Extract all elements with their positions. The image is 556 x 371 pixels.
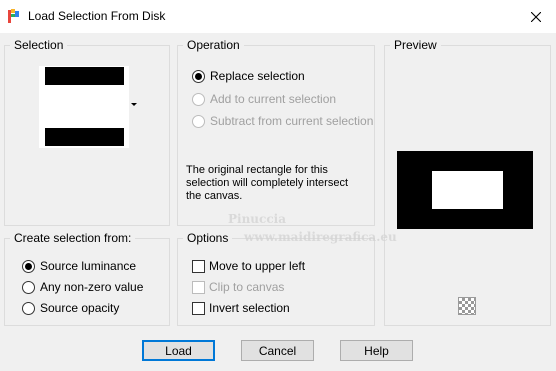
preview-canvas — [397, 151, 533, 229]
thumbnail-bottom-bar — [45, 128, 124, 146]
load-button[interactable]: Load — [142, 340, 215, 361]
operation-info-text: The original rectangle for this selectio… — [186, 164, 372, 203]
checkbox-label: Invert selection — [209, 301, 290, 315]
selection-thumbnail[interactable] — [39, 66, 129, 148]
checkbox-label: Move to upper left — [209, 259, 306, 273]
radio-label: Replace selection — [210, 69, 305, 83]
radio-button[interactable] — [192, 114, 205, 128]
checkbox-box[interactable] — [192, 301, 205, 315]
radio-button[interactable] — [192, 69, 205, 83]
radio-label: Source luminance — [40, 259, 137, 273]
thumbnail-top-bar — [45, 67, 124, 85]
radio-button[interactable] — [22, 301, 35, 315]
radio-button[interactable] — [22, 280, 35, 294]
radio-label: Source opacity — [40, 301, 120, 315]
source-luminance-radio[interactable]: Source luminance — [22, 259, 136, 273]
preview-group-label: Preview — [390, 38, 441, 52]
move-to-upper-left-checkbox[interactable]: Move to upper left — [192, 259, 305, 273]
app-icon — [7, 8, 21, 24]
replace-selection-radio[interactable]: Replace selection — [192, 69, 305, 83]
help-button[interactable]: Help — [340, 340, 413, 361]
close-button[interactable] — [516, 0, 556, 33]
radio-button[interactable] — [22, 259, 35, 273]
window-title: Load Selection From Disk — [28, 9, 166, 23]
invert-selection-checkbox[interactable]: Invert selection — [192, 301, 290, 315]
selection-group-label: Selection — [10, 38, 68, 52]
create-from-group-label: Create selection from: — [10, 231, 136, 245]
operation-group-label: Operation — [183, 38, 244, 52]
transparency-checker-icon[interactable] — [458, 297, 476, 315]
checkbox-box[interactable] — [192, 280, 205, 294]
info-line: The original rectangle for this — [186, 164, 328, 176]
watermark-name: Pinuccia — [228, 212, 286, 226]
info-line: selection will completely intersect — [186, 177, 349, 189]
radio-label: Any non-zero value — [40, 280, 144, 294]
radio-label: Subtract from current selection — [210, 114, 374, 128]
info-line: the canvas. — [186, 190, 243, 202]
clip-to-canvas-checkbox[interactable]: Clip to canvas — [192, 280, 284, 294]
preview-selection-rect — [432, 171, 503, 209]
subtract-from-selection-radio[interactable]: Subtract from current selection — [192, 114, 373, 128]
add-to-selection-radio[interactable]: Add to current selection — [192, 92, 336, 106]
radio-label: Add to current selection — [210, 92, 337, 106]
cancel-button[interactable]: Cancel — [241, 340, 314, 361]
radio-button[interactable] — [192, 92, 205, 106]
title-bar: Load Selection From Disk — [0, 0, 556, 33]
dialog-window: Load Selection From Disk Selection Opera… — [0, 0, 556, 371]
checkbox-box[interactable] — [192, 259, 205, 273]
any-non-zero-value-radio[interactable]: Any non-zero value — [22, 280, 143, 294]
options-group-label: Options — [183, 231, 233, 245]
dropdown-arrow-icon[interactable] — [131, 103, 137, 106]
checkbox-label: Clip to canvas — [209, 280, 285, 294]
close-icon — [531, 11, 541, 22]
watermark-url: www.maidiregrafica.eu — [244, 230, 397, 244]
source-opacity-radio[interactable]: Source opacity — [22, 301, 119, 315]
